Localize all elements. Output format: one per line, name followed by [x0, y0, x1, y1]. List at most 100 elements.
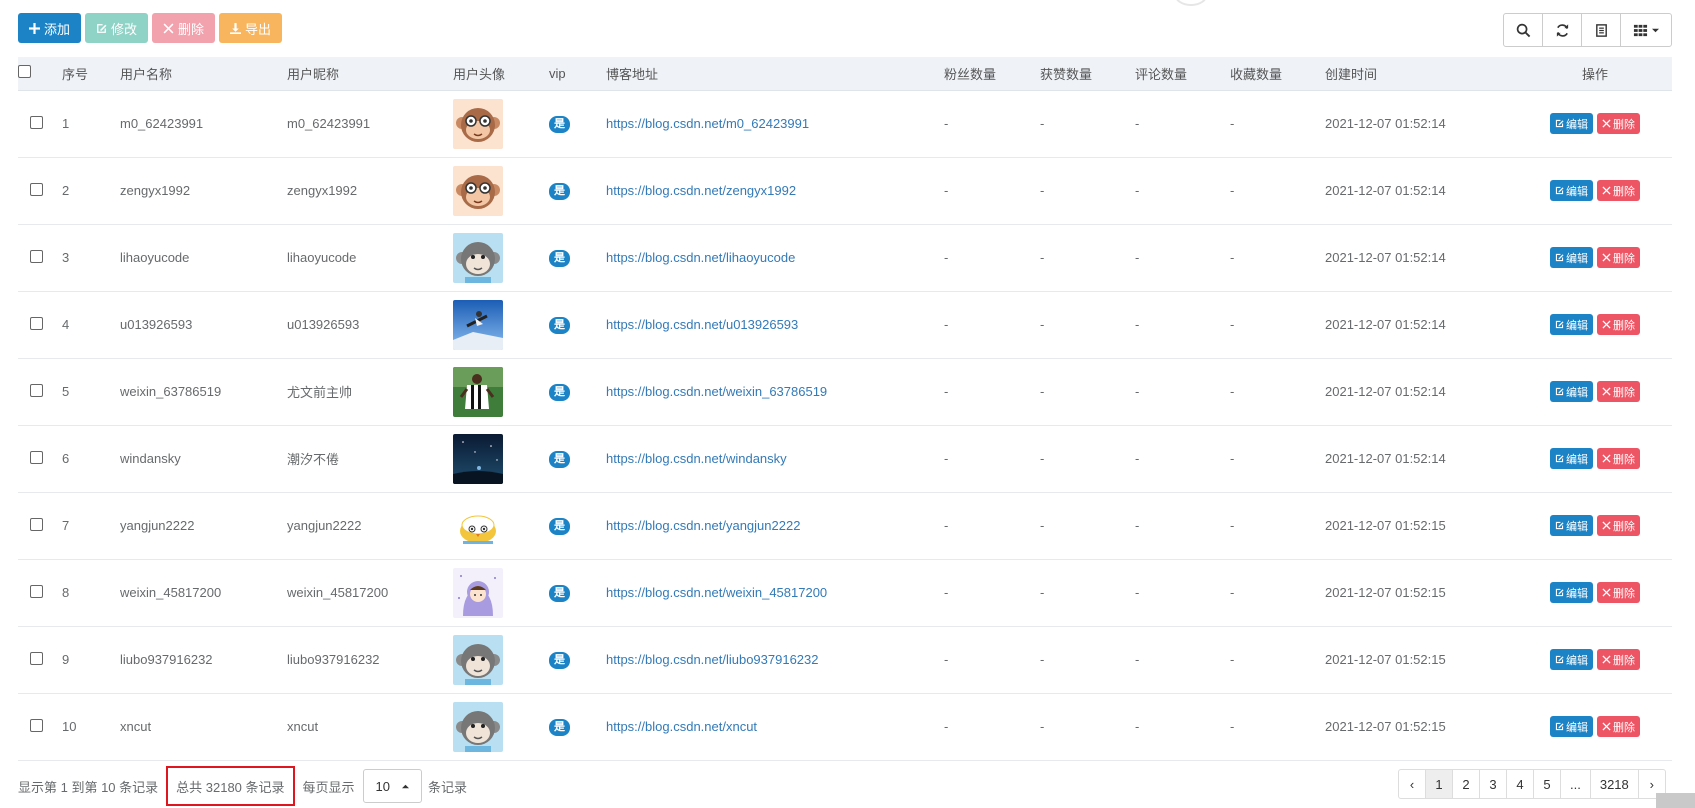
refresh-tool-button[interactable]: [1542, 13, 1582, 47]
edit-icon: [1555, 119, 1564, 128]
header-id[interactable]: 序号: [62, 57, 120, 91]
columns-tool-button[interactable]: [1620, 13, 1672, 47]
row-checkbox[interactable]: [30, 182, 43, 196]
edit-icon: [1555, 320, 1564, 329]
avatar[interactable]: [453, 299, 503, 350]
table-row[interactable]: 3 lihaoyucode lihaoyucode 是 https://blog.csd…: [18, 224, 1672, 291]
cell-id: 9: [62, 652, 70, 667]
page-button[interactable]: 3218: [1589, 769, 1639, 799]
row-checkbox[interactable]: [30, 383, 43, 397]
row-select-cell: [18, 425, 62, 492]
header-username[interactable]: 用户名称: [120, 57, 287, 91]
header-blog[interactable]: 博客地址: [606, 57, 944, 91]
header-vip[interactable]: vip: [549, 57, 606, 91]
blog-link[interactable]: https://blog.csdn.net/u013926593: [606, 317, 798, 332]
row-checkbox[interactable]: [30, 249, 43, 263]
table-row[interactable]: 5 weixin_63786519 尤文前主帅 是 https://blog.csdn.…: [18, 358, 1672, 425]
avatar[interactable]: [453, 232, 503, 283]
plus-icon: [29, 22, 40, 34]
blog-link[interactable]: https://blog.csdn.net/yangjun2222: [606, 518, 800, 533]
avatar[interactable]: [453, 500, 503, 551]
table-row[interactable]: 6 windansky 潮汐不倦 是 https://blog.csdn.net/win…: [18, 425, 1672, 492]
times-icon: [1602, 722, 1611, 731]
header-nickname[interactable]: 用户昵称: [287, 57, 453, 91]
row-checkbox[interactable]: [30, 450, 43, 464]
row-delete-button[interactable]: 删除: [1597, 180, 1640, 201]
blog-link[interactable]: https://blog.csdn.net/windansky: [606, 451, 787, 466]
row-delete-button[interactable]: 删除: [1597, 515, 1640, 536]
export-button[interactable]: 导出: [219, 13, 283, 43]
row-checkbox[interactable]: [30, 584, 43, 598]
blog-link[interactable]: https://blog.csdn.net/weixin_63786519: [606, 384, 827, 399]
avatar[interactable]: [453, 634, 503, 685]
row-checkbox[interactable]: [30, 651, 43, 665]
row-checkbox[interactable]: [30, 718, 43, 732]
blog-link[interactable]: https://blog.csdn.net/xncut: [606, 719, 757, 734]
blog-link[interactable]: https://blog.csdn.net/liubo937916232: [606, 652, 819, 667]
blog-link[interactable]: https://blog.csdn.net/m0_62423991: [606, 116, 809, 131]
row-edit-button[interactable]: 编辑: [1550, 448, 1593, 469]
table-row[interactable]: 10 xncut xncut 是 https://blog.csdn.net/xncut…: [18, 693, 1672, 760]
table-row[interactable]: 1 m0_62423991 m0_62423991 是 https://blog.csd…: [18, 90, 1672, 157]
header-likes[interactable]: 获赞数量: [1040, 57, 1135, 91]
row-edit-button[interactable]: 编辑: [1550, 381, 1593, 402]
row-delete-label: 删除: [1613, 118, 1635, 131]
avatar[interactable]: [453, 701, 503, 752]
scroll-to-top-corner[interactable]: [1656, 793, 1695, 808]
page-button[interactable]: 4: [1506, 769, 1534, 799]
row-checkbox[interactable]: [30, 316, 43, 330]
row-delete-button[interactable]: 删除: [1597, 247, 1640, 268]
blog-link[interactable]: https://blog.csdn.net/zengyx1992: [606, 183, 796, 198]
row-delete-button[interactable]: 删除: [1597, 314, 1640, 335]
row-delete-button[interactable]: 删除: [1597, 448, 1640, 469]
page-size-select[interactable]: 10: [362, 769, 422, 803]
row-delete-button[interactable]: 删除: [1597, 113, 1640, 134]
page-button[interactable]: 3: [1479, 769, 1507, 799]
row-edit-button[interactable]: 编辑: [1550, 716, 1593, 737]
row-edit-button[interactable]: 编辑: [1550, 247, 1593, 268]
blog-link[interactable]: https://blog.csdn.net/weixin_45817200: [606, 585, 827, 600]
table-row[interactable]: 2 zengyx1992 zengyx1992 是 https://blog.csdn.…: [18, 157, 1672, 224]
row-delete-button[interactable]: 删除: [1597, 381, 1640, 402]
table-row[interactable]: 4 u013926593 u013926593 是 https://blog.csdn.…: [18, 291, 1672, 358]
row-edit-button[interactable]: 编辑: [1550, 314, 1593, 335]
prev-page-button[interactable]: ‹: [1398, 769, 1426, 799]
row-edit-button[interactable]: 编辑: [1550, 515, 1593, 536]
row-checkbox[interactable]: [30, 115, 43, 129]
row-delete-button[interactable]: 删除: [1597, 716, 1640, 737]
avatar[interactable]: [453, 165, 503, 216]
row-checkbox[interactable]: [30, 517, 43, 531]
avatar[interactable]: [453, 433, 503, 484]
table-row[interactable]: 9 liubo937916232 liubo937916232 是 https://bl…: [18, 626, 1672, 693]
row-edit-button[interactable]: 编辑: [1550, 582, 1593, 603]
search-icon: [1516, 23, 1530, 37]
cell-blog: https://blog.csdn.net/m0_62423991: [606, 90, 944, 157]
toggle-view-tool-button[interactable]: [1581, 13, 1621, 47]
table-row[interactable]: 7 yangjun2222 yangjun2222 是 https://blog.csd…: [18, 492, 1672, 559]
row-edit-button[interactable]: 编辑: [1550, 180, 1593, 201]
row-edit-button[interactable]: 编辑: [1550, 649, 1593, 670]
header-comments[interactable]: 评论数量: [1135, 57, 1230, 91]
page-button[interactable]: 5: [1533, 769, 1561, 799]
row-delete-button[interactable]: 删除: [1597, 582, 1640, 603]
row-delete-label: 删除: [1613, 654, 1635, 667]
row-edit-button[interactable]: 编辑: [1550, 113, 1593, 134]
avatar[interactable]: [453, 567, 503, 618]
avatar[interactable]: [453, 98, 503, 149]
avatar[interactable]: [453, 366, 503, 417]
header-favorites[interactable]: 收藏数量: [1230, 57, 1325, 91]
add-button[interactable]: 添加: [18, 13, 82, 43]
table-row[interactable]: 8 weixin_45817200 weixin_45817200 是 https://…: [18, 559, 1672, 626]
row-delete-button[interactable]: 删除: [1597, 649, 1640, 670]
edit-button[interactable]: 修改: [85, 13, 149, 43]
blog-link[interactable]: https://blog.csdn.net/lihaoyucode: [606, 250, 795, 265]
search-tool-button[interactable]: [1503, 13, 1543, 47]
header-fans[interactable]: 粉丝数量: [944, 57, 1040, 91]
delete-button[interactable]: 删除: [152, 13, 216, 43]
select-all-checkbox[interactable]: [18, 65, 31, 79]
row-select-cell: [18, 693, 62, 760]
page-button[interactable]: 2: [1452, 769, 1480, 799]
page-button[interactable]: 1: [1425, 769, 1453, 799]
header-avatar[interactable]: 用户头像: [453, 57, 549, 91]
header-created[interactable]: 创建时间: [1325, 57, 1518, 91]
